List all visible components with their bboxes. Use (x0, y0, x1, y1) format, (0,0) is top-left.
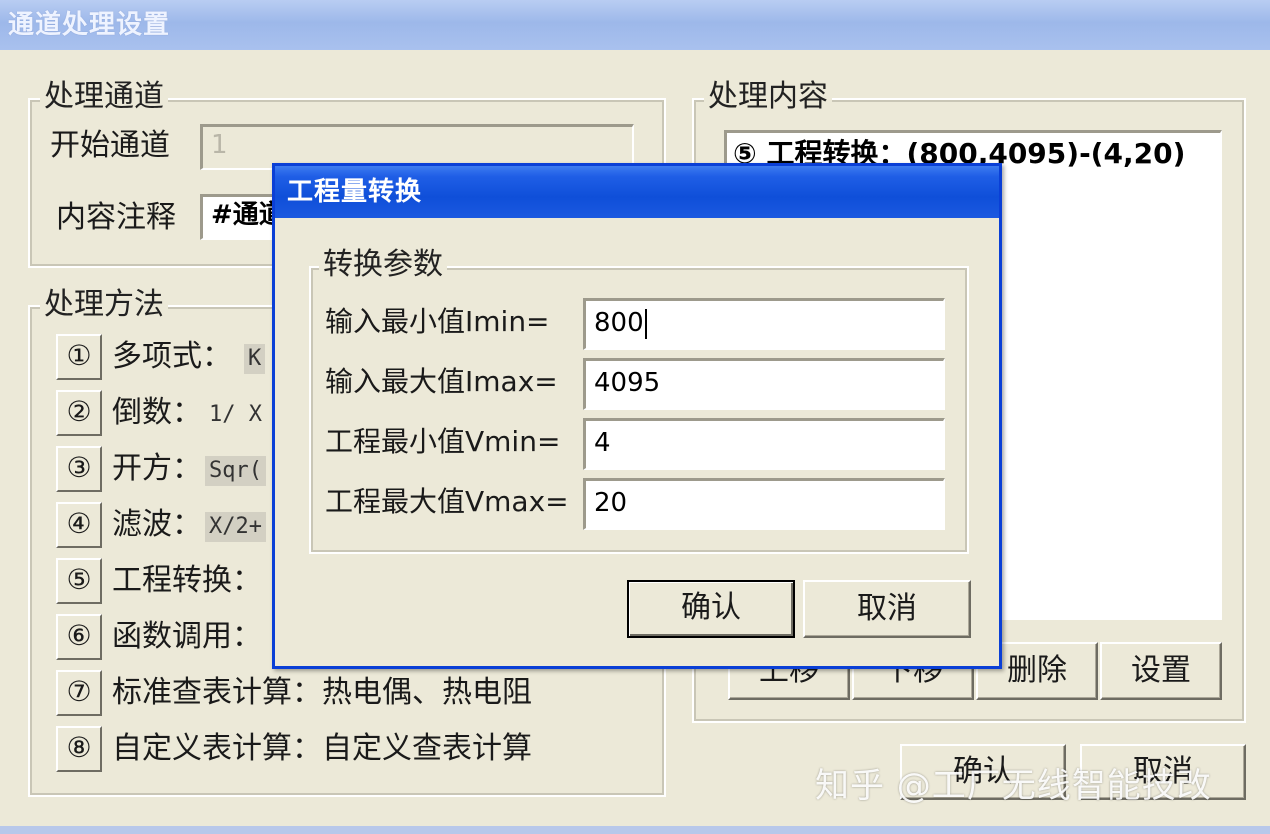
text-cursor (644, 308, 647, 339)
vmin-input[interactable]: 4 (583, 418, 945, 470)
dialog-cancel-button[interactable]: 取消 (803, 580, 971, 638)
method-1-label: 多项式： (112, 339, 232, 374)
method-5-button[interactable]: ⑤ (56, 558, 102, 604)
imin-input[interactable]: 800 (583, 298, 945, 350)
method-4-expr: X/2+ (205, 512, 266, 542)
imax-input[interactable]: 4095 (583, 358, 945, 410)
vmax-label: 工程最大值Vmax= (325, 485, 569, 518)
method-group-legend: 处理方法 (40, 288, 168, 322)
method-8-button[interactable]: ⑧ (56, 726, 102, 772)
method-3-expr: Sqr( (205, 456, 266, 486)
settings-button[interactable]: 设置 (1100, 642, 1222, 700)
method-6-label: 函数调用： (112, 619, 262, 654)
method-2-expr: 1/ X (209, 402, 262, 427)
start-channel-label: 开始通道 (50, 128, 170, 163)
dialog-title-bar[interactable]: 工程量转换 (275, 166, 999, 218)
watermark: 知乎 @工厂无线智能技改 (815, 766, 1212, 806)
method-1-button[interactable]: ① (56, 334, 102, 380)
method-2-label: 倒数： (112, 395, 202, 430)
method-5-label: 工程转换： (112, 563, 262, 598)
dialog-confirm-button[interactable]: 确认 (627, 580, 795, 638)
conversion-dialog: 工程量转换 转换参数 输入最小值Imin= 800 输入最大值Imax= 409… (272, 163, 1002, 669)
params-group-legend: 转换参数 (319, 248, 447, 282)
window-bottom-edge (0, 826, 1270, 834)
method-3-label: 开方： (112, 451, 202, 486)
method-group-legend-text: 处理方法 (44, 287, 164, 322)
channel-group-legend: 处理通道 (40, 80, 168, 114)
vmin-label: 工程最小值Vmin= (325, 425, 561, 458)
method-4-button[interactable]: ④ (56, 502, 102, 548)
method-3-button[interactable]: ③ (56, 446, 102, 492)
imax-label: 输入最大值Imax= (325, 365, 558, 398)
method-7-label: 标准查表计算：热电偶、热电阻 (112, 675, 532, 710)
window-title-bar[interactable]: 通道处理设置 (0, 0, 1270, 50)
content-group-legend: 处理内容 (704, 80, 832, 114)
method-8-label: 自定义表计算：自定义查表计算 (112, 731, 532, 766)
imin-value: 800 (594, 308, 644, 338)
method-7-button[interactable]: ⑦ (56, 670, 102, 716)
dialog-title: 工程量转换 (287, 177, 423, 207)
vmax-input[interactable]: 20 (583, 478, 945, 530)
window-title: 通道处理设置 (8, 10, 171, 40)
comment-label: 内容注释 (56, 200, 176, 235)
method-6-button[interactable]: ⑥ (56, 614, 102, 660)
imin-label: 输入最小值Imin= (325, 305, 550, 338)
method-4-label: 滤波： (112, 507, 202, 542)
method-1-expr: K (244, 344, 266, 374)
method-2-button[interactable]: ② (56, 390, 102, 436)
